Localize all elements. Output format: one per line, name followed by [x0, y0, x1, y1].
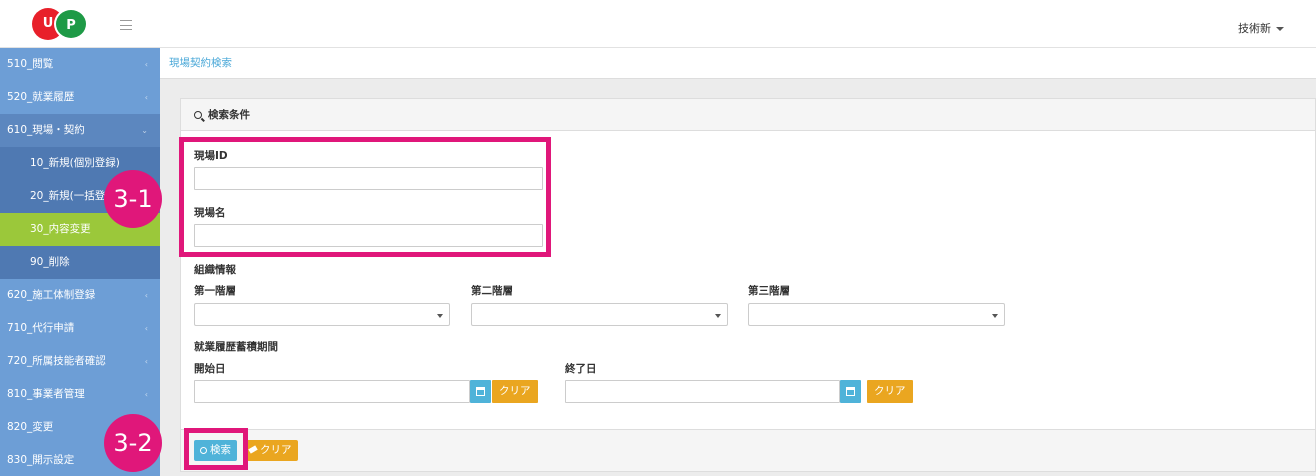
sidebar-item-label: 620_施工体制登録	[7, 289, 96, 301]
level3-select[interactable]	[748, 303, 1005, 326]
level2-select[interactable]	[471, 303, 728, 326]
eraser-icon	[248, 445, 258, 454]
end-date-input[interactable]	[565, 380, 840, 403]
clear-button[interactable]: クリア	[245, 440, 298, 461]
sidebar-item-label: 610_現場・契約	[7, 124, 85, 136]
end-date-clear-button[interactable]: クリア	[867, 380, 913, 403]
chevron-down-icon: ⌄	[141, 126, 148, 135]
calendar-icon[interactable]	[470, 380, 491, 403]
sidebar-item-label: 90_削除	[30, 256, 70, 268]
panel-title: 検索条件	[208, 109, 250, 121]
search-button-label: 検索	[210, 444, 231, 456]
panel-header: 検索条件	[181, 99, 1315, 131]
sidebar-item-label: 720_所属技能者確認	[7, 355, 106, 367]
end-date-label: 終了日	[565, 363, 597, 375]
sidebar-item-label: 510_閲覧	[7, 58, 54, 70]
sidebar-subitem-90[interactable]: 90_削除	[0, 246, 160, 279]
sidebar-item-label: 10_新規(個別登録)	[30, 157, 120, 169]
level2-label: 第二階層	[471, 285, 513, 297]
user-name: 技術新	[1238, 22, 1271, 35]
clear-button-label: クリア	[260, 444, 292, 456]
site-id-label: 現場ID	[194, 150, 228, 162]
sidebar-item-label: 830_開示設定	[7, 454, 75, 466]
main-content: 現場契約検索 検索条件 現場ID 現場名 組織情報 第一階層 第二階層 第三階層…	[160, 48, 1316, 476]
chevron-left-icon: ‹	[144, 324, 148, 333]
sidebar-item-label: 30_内容変更	[30, 223, 91, 235]
caret-down-icon	[1276, 27, 1284, 31]
chevron-left-icon: ‹	[144, 357, 148, 366]
level3-label: 第三階層	[748, 285, 790, 297]
site-name-input[interactable]	[194, 224, 543, 247]
annotation-badge-3-1: 3-1	[104, 170, 162, 228]
sidebar-item-label: 820_変更	[7, 421, 54, 433]
sidebar-item-720[interactable]: 720_所属技能者確認 ‹	[0, 345, 160, 378]
user-menu[interactable]: 技術新	[1238, 20, 1284, 36]
chevron-left-icon: ‹	[144, 390, 148, 399]
select-arrow-icon	[437, 314, 443, 318]
panel-footer: 検索 クリア	[181, 429, 1315, 471]
search-icon	[200, 447, 207, 454]
chevron-left-icon: ‹	[144, 93, 148, 102]
app-logo[interactable]: U P	[32, 8, 92, 40]
search-button[interactable]: 検索	[194, 440, 237, 461]
level1-label: 第一階層	[194, 285, 236, 297]
start-date-clear-button[interactable]: クリア	[492, 380, 538, 403]
top-navbar: U P 技術新	[0, 0, 1316, 48]
calendar-glyph-icon	[846, 387, 855, 396]
sidebar-item-label: 20_新規(一括登	[30, 190, 106, 202]
site-id-input[interactable]	[194, 167, 543, 190]
sidebar-item-label: 520_就業履歴	[7, 91, 75, 103]
chevron-left-icon: ‹	[144, 291, 148, 300]
sidebar-item-810[interactable]: 810_事業者管理 ‹	[0, 378, 160, 411]
start-date-label: 開始日	[194, 363, 226, 375]
chevron-left-icon: ‹	[144, 60, 148, 69]
breadcrumb-label: 現場契約検索	[169, 57, 232, 69]
org-info-label: 組織情報	[194, 264, 236, 276]
sidebar-item-620[interactable]: 620_施工体制登録 ‹	[0, 279, 160, 312]
hamburger-menu-icon[interactable]	[120, 20, 132, 30]
sidebar-item-710[interactable]: 710_代行申請 ‹	[0, 312, 160, 345]
sidebar-item-label: 810_事業者管理	[7, 388, 85, 400]
breadcrumb[interactable]: 現場契約検索	[160, 48, 1316, 79]
period-label: 就業履歴蓄積期間	[194, 341, 278, 353]
search-icon	[194, 111, 202, 119]
search-panel: 検索条件 現場ID 現場名 組織情報 第一階層 第二階層 第三階層 就業履歴蓄積…	[180, 98, 1316, 472]
sidebar-item-510[interactable]: 510_閲覧 ‹	[0, 48, 160, 81]
logo-right-circle: P	[54, 8, 88, 40]
select-arrow-icon	[992, 314, 998, 318]
sidebar-item-label: 710_代行申請	[7, 322, 75, 334]
start-date-input[interactable]	[194, 380, 470, 403]
site-name-label: 現場名	[194, 207, 226, 219]
sidebar-item-520[interactable]: 520_就業履歴 ‹	[0, 81, 160, 114]
sidebar: 510_閲覧 ‹ 520_就業履歴 ‹ 610_現場・契約 ⌄ 10_新規(個別登録)…	[0, 48, 160, 476]
level1-select[interactable]	[194, 303, 450, 326]
sidebar-item-610[interactable]: 610_現場・契約 ⌄	[0, 114, 160, 147]
annotation-badge-3-2: 3-2	[104, 414, 162, 472]
calendar-glyph-icon	[476, 387, 485, 396]
select-arrow-icon	[715, 314, 721, 318]
calendar-icon[interactable]	[840, 380, 861, 403]
